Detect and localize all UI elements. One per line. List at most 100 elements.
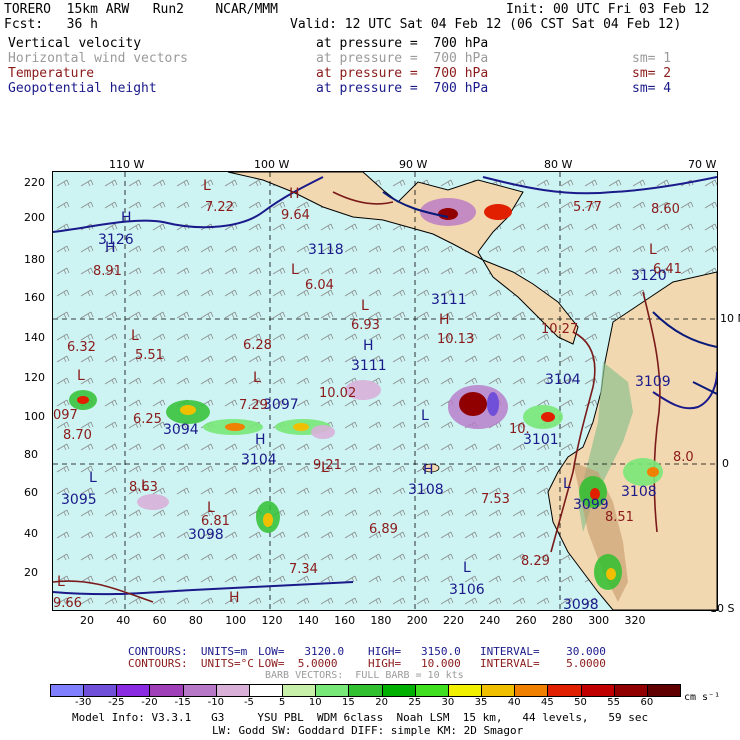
height-contour-label: 3097 bbox=[263, 397, 299, 413]
temperature-contour-label: 6.28 bbox=[243, 338, 272, 353]
bottom-tick-label: 100 bbox=[225, 614, 247, 627]
lon-tick-100w: 100 W bbox=[254, 158, 290, 171]
temperature-contour-label: 097 bbox=[53, 408, 78, 423]
barb-vectors-note: BARB VECTORS: FULL BARB = 10 kts bbox=[265, 670, 464, 681]
contour-temp-low: LOW= 5.0000 bbox=[258, 657, 338, 670]
low-pressure-marker: L bbox=[207, 500, 215, 516]
temperature-contour-label: 6.25 bbox=[133, 412, 162, 427]
low-pressure-marker: L bbox=[421, 408, 429, 424]
footer-model-info: Model Info: V3.3.1 G3 YSU PBL WDM 6class… bbox=[72, 711, 649, 724]
colorbar-swatch bbox=[447, 684, 483, 697]
colorbar-units: cm s⁻¹ bbox=[684, 692, 721, 703]
low-pressure-marker: L bbox=[131, 328, 139, 344]
bottom-tick-label: 300 bbox=[588, 614, 610, 627]
colorbar-swatch bbox=[83, 684, 118, 697]
low-pressure-marker: L bbox=[649, 242, 657, 258]
colorbar-tick-label: 50 bbox=[574, 697, 587, 708]
height-contour-label: 3111 bbox=[351, 358, 387, 374]
lat-tick-0: 0 bbox=[722, 457, 729, 470]
contour-temp-label: CONTOURS: UNITS=°C bbox=[128, 657, 254, 670]
colorbar-tick-label: 60 bbox=[640, 697, 654, 708]
height-contour-label: 3109 bbox=[635, 374, 671, 390]
bottom-tick-label: 220 bbox=[443, 614, 464, 627]
bottom-tick-label: 20 bbox=[80, 614, 94, 627]
left-tick-label: 80 bbox=[24, 448, 38, 461]
colorbar-swatch bbox=[547, 684, 582, 697]
temperature-contour-label: 9.66 bbox=[53, 596, 82, 611]
colorbar-swatch bbox=[613, 684, 648, 697]
header-run-info: TORERO 15km ARW Run2 NCAR/MMM bbox=[4, 2, 278, 17]
bottom-tick-label: 140 bbox=[297, 614, 319, 627]
low-pressure-marker: L bbox=[77, 368, 85, 384]
colorbar-swatch bbox=[315, 684, 350, 697]
field-level-wind-vectors: at pressure = 700 hPa bbox=[316, 51, 489, 66]
low-pressure-marker: L bbox=[463, 560, 471, 576]
colorbar-tick-label: 25 bbox=[408, 697, 422, 708]
lat-tick-10n: 10 N bbox=[720, 312, 740, 325]
field-smoothing-temperature: sm= 2 bbox=[632, 66, 672, 81]
temperature-contour-label: 8.70 bbox=[63, 428, 92, 443]
colorbar-tick-label: -5 bbox=[243, 697, 254, 708]
temperature-contour-label: 10. bbox=[509, 422, 530, 437]
bottom-tick-label: 120 bbox=[261, 614, 283, 627]
colorbar-swatch bbox=[414, 684, 449, 697]
high-pressure-marker: H bbox=[289, 186, 300, 202]
bottom-tick-label: 40 bbox=[116, 614, 131, 627]
temperature-contour-label: 8.91 bbox=[93, 264, 122, 279]
temperature-contour-label: 10.02 bbox=[319, 386, 357, 401]
temperature-contour-label: 6.89 bbox=[369, 522, 398, 537]
height-contour-label: 3098 bbox=[563, 597, 599, 611]
lon-tick-70w: 70 W bbox=[688, 158, 717, 171]
high-pressure-marker: H bbox=[423, 462, 434, 478]
colorbar-tick-label: 55 bbox=[607, 697, 621, 708]
low-pressure-marker: L bbox=[563, 476, 571, 492]
height-contour-label: 3094 bbox=[163, 422, 199, 438]
lon-tick-80w: 80 W bbox=[544, 158, 573, 171]
temperature-contour-label: 7.34 bbox=[289, 562, 318, 577]
colorbar-tick-label: -20 bbox=[141, 697, 158, 708]
map-plot: 3126 3118 3111 3097 3094 3104 3095 3098 3108 3099… bbox=[52, 171, 718, 611]
colorbar-tick-label: 30 bbox=[441, 697, 455, 708]
colorbar-tick-label: 5 bbox=[278, 697, 286, 708]
temperature-contour-label: 7.29 bbox=[239, 398, 268, 413]
header-valid-time: Valid: 12 UTC Sat 04 Feb 12 (06 CST Sat … bbox=[290, 17, 682, 32]
colorbar-swatch bbox=[580, 684, 615, 697]
temperature-contour-label: 8.0 bbox=[673, 450, 694, 465]
bottom-tick-label: 180 bbox=[370, 614, 392, 627]
left-tick-label: 200 bbox=[24, 211, 45, 224]
height-contour-label: 3108 bbox=[408, 482, 444, 498]
left-tick-label: 180 bbox=[24, 253, 45, 266]
low-pressure-marker: L bbox=[57, 574, 65, 590]
colorbar-swatch bbox=[182, 684, 217, 697]
field-name-temperature: Temperature bbox=[8, 66, 95, 81]
colorbar-swatch bbox=[381, 684, 416, 697]
low-pressure-marker: L bbox=[89, 470, 97, 486]
temperature-contour-label: 7.22 bbox=[205, 200, 234, 215]
high-pressure-marker: H bbox=[439, 312, 450, 328]
bottom-tick-label: 260 bbox=[515, 614, 537, 627]
high-pressure-marker: H bbox=[121, 210, 132, 226]
colorbar-swatch bbox=[248, 684, 284, 697]
height-contour-label: 3106 bbox=[449, 582, 485, 598]
low-pressure-marker: L bbox=[291, 262, 299, 278]
temperature-contour-label: 8.60 bbox=[651, 202, 680, 217]
height-contour-label: 3111 bbox=[431, 292, 467, 308]
bottom-tick-label: 320 bbox=[624, 614, 646, 627]
height-contour-label: 3118 bbox=[308, 242, 344, 258]
temperature-contour-label: 10.13 bbox=[437, 332, 475, 347]
left-tick-label: 40 bbox=[24, 527, 38, 540]
height-contour-label: 3104 bbox=[241, 452, 277, 468]
left-tick-label: 160 bbox=[24, 291, 45, 304]
temperature-contour-label: 5.77 bbox=[573, 200, 602, 215]
bottom-tick-label: 160 bbox=[334, 614, 356, 627]
colorbar-tick-label: 40 bbox=[507, 697, 521, 708]
field-level-geopotential-height: at pressure = 700 hPa bbox=[316, 81, 489, 96]
footer-physics-info: LW: Godd SW: Goddard DIFF: simple KM: 2D… bbox=[212, 724, 524, 737]
temperature-contour-label: 6.41 bbox=[653, 262, 682, 277]
field-smoothing-geopotential-height: sm= 4 bbox=[632, 81, 672, 96]
left-tick-label: 220 bbox=[24, 176, 45, 189]
field-level-temperature: at pressure = 700 hPa bbox=[316, 66, 489, 81]
low-pressure-marker: L bbox=[141, 478, 149, 494]
temperature-contour-label: 6.04 bbox=[305, 278, 334, 293]
high-pressure-marker: H bbox=[363, 338, 374, 354]
